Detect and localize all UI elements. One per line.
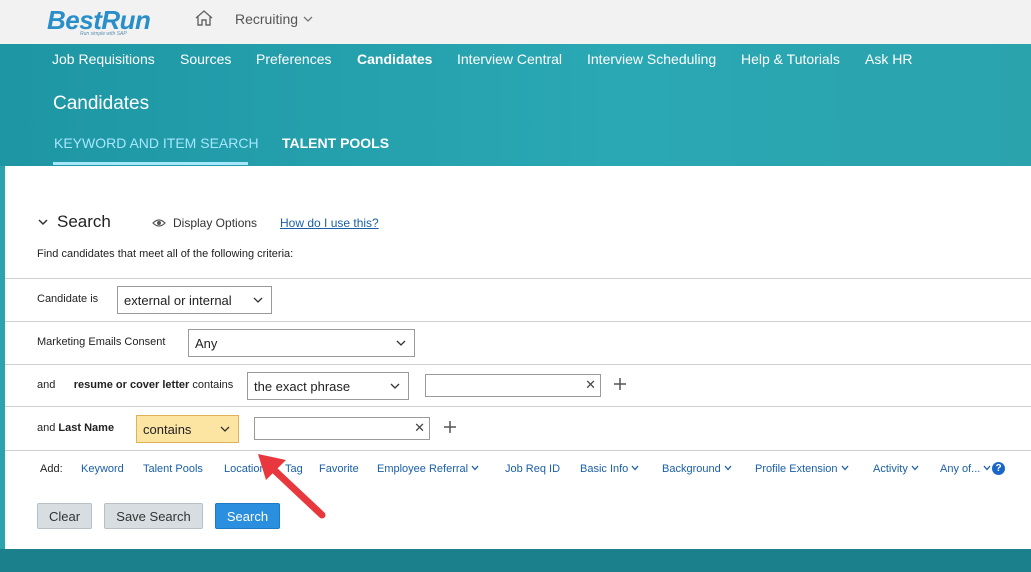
- logo-tagline: Run simple with SAP: [80, 31, 127, 37]
- clear-icon[interactable]: ✕: [585, 377, 596, 393]
- marketing-consent-value: Any: [195, 336, 218, 351]
- chevron-down-icon: [471, 465, 479, 471]
- last-name-row-label: and Last Name: [37, 422, 114, 434]
- add-label: Add:: [40, 463, 63, 475]
- search-instructions: Find candidates that meet all of the fol…: [37, 248, 294, 260]
- footer-strip: [0, 549, 1031, 572]
- collapse-chevron-icon[interactable]: [37, 216, 49, 228]
- add-employee-referral[interactable]: Employee Referral: [377, 463, 479, 475]
- chevron-down-icon: [841, 465, 849, 471]
- row-divider: [5, 450, 1031, 451]
- add-basic-info[interactable]: Basic Info: [580, 463, 639, 475]
- chevron-down-icon[interactable]: [302, 13, 314, 25]
- search-section-title: Search: [57, 212, 111, 231]
- chevron-down-icon: [396, 340, 406, 346]
- clear-button[interactable]: Clear: [37, 503, 92, 529]
- active-tab-indicator: [53, 162, 248, 165]
- help-link[interactable]: How do I use this?: [280, 216, 379, 230]
- chevron-down-icon: [983, 465, 991, 471]
- candidate-type-label: Candidate is: [37, 293, 99, 305]
- add-activity[interactable]: Activity: [873, 463, 919, 475]
- row-divider: [5, 278, 1031, 279]
- resume-prefix: and: [37, 379, 56, 391]
- save-search-button[interactable]: Save Search: [104, 503, 203, 529]
- candidate-type-value: external or internal: [124, 293, 232, 308]
- header: Job Requisitions Sources Preferences Can…: [0, 44, 1031, 166]
- nav-interview-scheduling[interactable]: Interview Scheduling: [587, 51, 716, 67]
- resume-search-input[interactable]: ✕: [425, 374, 601, 397]
- nav-help-tutorials[interactable]: Help & Tutorials: [741, 51, 840, 67]
- add-job-req-id[interactable]: Job Req ID: [505, 463, 560, 475]
- candidate-type-select[interactable]: external or internal: [117, 286, 272, 314]
- add-background[interactable]: Background: [662, 463, 732, 475]
- add-talent-pools[interactable]: Talent Pools: [143, 463, 203, 475]
- last-name-operator-select[interactable]: contains: [136, 415, 239, 443]
- nav-job-requisitions[interactable]: Job Requisitions: [52, 51, 155, 67]
- resume-operator-select[interactable]: the exact phrase: [247, 372, 409, 400]
- add-criterion-icon[interactable]: [443, 420, 457, 434]
- tab-talent-pools[interactable]: TALENT POOLS: [282, 135, 389, 151]
- add-profile-extension[interactable]: Profile Extension: [755, 463, 849, 475]
- chevron-down-icon: [724, 465, 732, 471]
- resume-row-label: and resume or cover letter contains: [37, 379, 233, 391]
- chevron-down-icon: [631, 465, 639, 471]
- help-icon[interactable]: ?: [992, 462, 1005, 475]
- chevron-down-icon: [220, 426, 230, 432]
- home-icon[interactable]: [194, 9, 214, 27]
- chevron-down-icon: [253, 297, 263, 303]
- nav-interview-central[interactable]: Interview Central: [457, 51, 562, 67]
- top-bar: BestRun Run simple with SAP Recruiting: [0, 0, 1031, 44]
- nav-ask-hr[interactable]: Ask HR: [865, 51, 912, 67]
- last-name-field-name: Last Name: [58, 422, 115, 434]
- annotation-arrow-icon: [258, 454, 326, 519]
- row-divider: [5, 364, 1031, 365]
- nav-sources[interactable]: Sources: [180, 51, 231, 67]
- chevron-down-icon: [911, 465, 919, 471]
- resume-field-name: resume or cover letter: [73, 379, 190, 391]
- display-options-link[interactable]: Display Options: [173, 216, 257, 230]
- module-switcher[interactable]: Recruiting: [235, 11, 298, 27]
- row-divider: [5, 406, 1031, 407]
- clear-icon[interactable]: ✕: [414, 420, 425, 436]
- resume-suffix: contains: [192, 379, 234, 391]
- add-any-of[interactable]: Any of...: [940, 463, 991, 475]
- marketing-consent-select[interactable]: Any: [188, 329, 415, 357]
- nav-preferences[interactable]: Preferences: [256, 51, 331, 67]
- nav-candidates[interactable]: Candidates: [357, 51, 432, 67]
- chevron-down-icon: [390, 383, 400, 389]
- last-name-input[interactable]: ✕: [254, 417, 430, 440]
- last-name-operator-value: contains: [143, 422, 192, 437]
- tab-keyword-search[interactable]: KEYWORD AND ITEM SEARCH: [54, 135, 259, 151]
- last-name-prefix: and: [37, 422, 56, 434]
- eye-icon[interactable]: [152, 218, 166, 228]
- add-keyword[interactable]: Keyword: [81, 463, 124, 475]
- add-criterion-icon[interactable]: [613, 377, 627, 391]
- row-divider: [5, 321, 1031, 322]
- page-title: Candidates: [53, 93, 150, 114]
- marketing-consent-label: Marketing Emails Consent: [37, 336, 166, 348]
- resume-operator-value: the exact phrase: [254, 379, 351, 394]
